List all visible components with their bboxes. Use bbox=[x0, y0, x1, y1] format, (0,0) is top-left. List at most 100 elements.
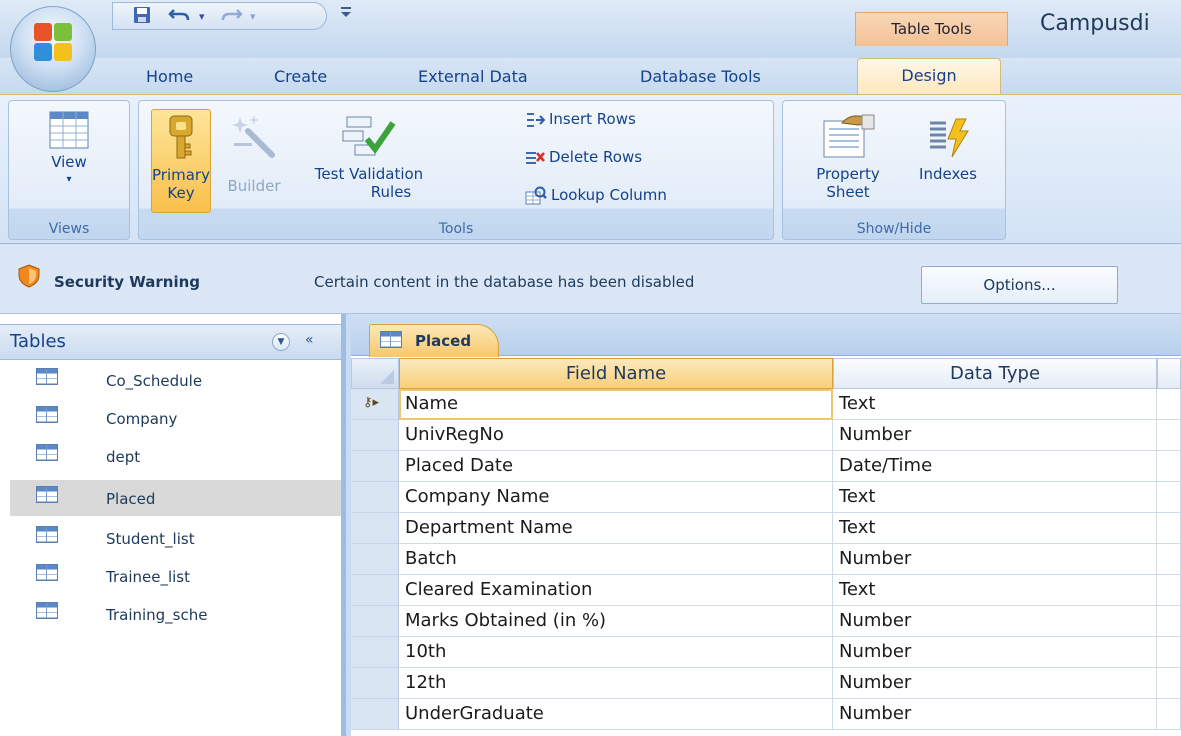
table-row[interactable]: Placed Date Date/Time bbox=[351, 451, 1181, 482]
row-selector[interactable] bbox=[351, 637, 399, 668]
redo-dropdown-icon[interactable]: ▾ bbox=[250, 6, 256, 28]
description-cell[interactable] bbox=[1157, 699, 1181, 730]
row-selector[interactable] bbox=[351, 451, 399, 482]
field-name-cell[interactable]: 10th bbox=[399, 637, 833, 668]
property-sheet-button[interactable]: Property Sheet bbox=[793, 109, 903, 213]
test-validation-rules-button[interactable]: Test Validation Rules bbox=[299, 109, 439, 213]
field-name-cell[interactable]: Company Name bbox=[399, 482, 833, 513]
row-selector[interactable] bbox=[351, 482, 399, 513]
description-cell[interactable] bbox=[1157, 420, 1181, 451]
delete-rows-label: Delete Rows bbox=[549, 148, 643, 166]
nav-item-placed[interactable]: Placed bbox=[10, 480, 341, 516]
builder-button[interactable]: Builder bbox=[215, 109, 293, 213]
lookup-column-button[interactable]: Lookup Column bbox=[525, 183, 667, 207]
description-cell[interactable] bbox=[1157, 606, 1181, 637]
table-icon bbox=[36, 602, 58, 619]
field-name-cell[interactable]: Department Name bbox=[399, 513, 833, 544]
row-selector[interactable] bbox=[351, 699, 399, 730]
field-name-cell[interactable]: Name bbox=[399, 389, 833, 420]
description-cell[interactable] bbox=[1157, 544, 1181, 575]
nav-item-student-list[interactable]: Student_list bbox=[10, 520, 341, 556]
tab-external-data[interactable]: External Data bbox=[418, 62, 528, 94]
table-row[interactable]: Batch Number bbox=[351, 544, 1181, 575]
field-name-cell[interactable]: Placed Date bbox=[399, 451, 833, 482]
data-type-cell[interactable]: Text bbox=[833, 575, 1157, 606]
delete-rows-icon bbox=[526, 151, 545, 164]
field-name-cell[interactable]: Batch bbox=[399, 544, 833, 575]
description-header[interactable] bbox=[1157, 358, 1181, 389]
row-selector[interactable] bbox=[351, 420, 399, 451]
view-button[interactable]: View ▾ bbox=[21, 111, 117, 211]
lookup-column-label: Lookup Column bbox=[551, 186, 667, 204]
table-row[interactable]: UnivRegNo Number bbox=[351, 420, 1181, 451]
tab-design[interactable]: Design bbox=[857, 58, 1001, 95]
table-row[interactable]: UnderGraduate Number bbox=[351, 699, 1181, 730]
row-selector[interactable] bbox=[351, 544, 399, 575]
field-name-header[interactable]: Field Name bbox=[399, 358, 833, 389]
navigation-pane-header[interactable]: Tables ▼ « bbox=[0, 324, 341, 360]
document-tab-label: Placed bbox=[415, 332, 472, 350]
tab-create[interactable]: Create bbox=[274, 62, 327, 94]
description-cell[interactable] bbox=[1157, 668, 1181, 699]
field-name-cell[interactable]: UnivRegNo bbox=[399, 420, 833, 451]
chevron-down-icon[interactable]: ▼ bbox=[272, 333, 290, 351]
views-group: View ▾ Views bbox=[8, 100, 130, 240]
data-type-header[interactable]: Data Type bbox=[833, 358, 1157, 389]
data-type-cell[interactable]: Text bbox=[833, 513, 1157, 544]
field-name-cell[interactable]: Marks Obtained (in %) bbox=[399, 606, 833, 637]
table-row[interactable]: Company Name Text bbox=[351, 482, 1181, 513]
indexes-button[interactable]: Indexes bbox=[899, 109, 997, 213]
tab-home[interactable]: Home bbox=[146, 62, 193, 94]
primary-key-icon: ⚷▸ bbox=[363, 395, 380, 410]
table-icon bbox=[36, 526, 58, 543]
undo-icon[interactable] bbox=[168, 6, 192, 28]
undo-dropdown-icon[interactable]: ▾ bbox=[199, 6, 205, 28]
nav-item-dept[interactable]: dept bbox=[10, 438, 341, 474]
description-cell[interactable] bbox=[1157, 451, 1181, 482]
nav-item-training-sche[interactable]: Training_sche bbox=[10, 596, 341, 632]
row-selector[interactable] bbox=[351, 606, 399, 637]
nav-item-trainee-list[interactable]: Trainee_list bbox=[10, 558, 341, 594]
options-button[interactable]: Options... bbox=[921, 266, 1118, 304]
table-row[interactable]: 10th Number bbox=[351, 637, 1181, 668]
data-type-cell[interactable]: Text bbox=[833, 482, 1157, 513]
table-row[interactable]: Cleared Examination Text bbox=[351, 575, 1181, 606]
table-row[interactable]: 12th Number bbox=[351, 668, 1181, 699]
description-cell[interactable] bbox=[1157, 637, 1181, 668]
table-row[interactable]: ⚷▸ Name Text bbox=[351, 389, 1181, 420]
table-row[interactable]: Department Name Text bbox=[351, 513, 1181, 544]
data-type-cell[interactable]: Number bbox=[833, 668, 1157, 699]
data-type-cell[interactable]: Text bbox=[833, 389, 1157, 420]
collapse-pane-icon[interactable]: « bbox=[305, 332, 314, 348]
office-button[interactable] bbox=[10, 6, 96, 92]
data-type-cell[interactable]: Number bbox=[833, 420, 1157, 451]
data-type-cell[interactable]: Date/Time bbox=[833, 451, 1157, 482]
select-all-corner[interactable] bbox=[351, 358, 399, 389]
data-type-cell[interactable]: Number bbox=[833, 544, 1157, 575]
field-name-cell[interactable]: 12th bbox=[399, 668, 833, 699]
nav-item-co-schedule[interactable]: Co_Schedule bbox=[10, 362, 341, 398]
row-selector[interactable]: ⚷▸ bbox=[351, 389, 399, 420]
redo-icon[interactable] bbox=[219, 6, 243, 28]
nav-item-company[interactable]: Company bbox=[10, 400, 341, 436]
data-type-cell[interactable]: Number bbox=[833, 699, 1157, 730]
save-icon[interactable] bbox=[133, 6, 151, 28]
description-cell[interactable] bbox=[1157, 513, 1181, 544]
row-selector[interactable] bbox=[351, 575, 399, 606]
row-selector[interactable] bbox=[351, 513, 399, 544]
description-cell[interactable] bbox=[1157, 575, 1181, 606]
description-cell[interactable] bbox=[1157, 389, 1181, 420]
delete-rows-button[interactable]: Delete Rows bbox=[525, 145, 642, 169]
description-cell[interactable] bbox=[1157, 482, 1181, 513]
customize-qat-icon[interactable] bbox=[340, 5, 352, 23]
field-name-cell[interactable]: UnderGraduate bbox=[399, 699, 833, 730]
data-type-cell[interactable]: Number bbox=[833, 637, 1157, 668]
row-selector[interactable] bbox=[351, 668, 399, 699]
primary-key-button[interactable]: Primary Key bbox=[151, 109, 211, 213]
field-name-cell[interactable]: Cleared Examination bbox=[399, 575, 833, 606]
table-row[interactable]: Marks Obtained (in %) Number bbox=[351, 606, 1181, 637]
insert-rows-button[interactable]: Insert Rows bbox=[525, 107, 636, 131]
data-type-cell[interactable]: Number bbox=[833, 606, 1157, 637]
tab-database-tools[interactable]: Database Tools bbox=[640, 62, 761, 94]
document-tab-placed[interactable]: Placed bbox=[369, 324, 499, 357]
